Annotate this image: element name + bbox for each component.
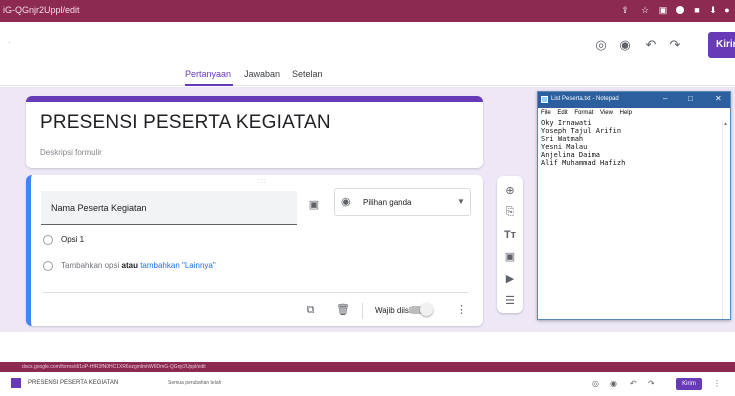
notepad-menubar: File Edit Format View Help <box>538 108 730 118</box>
add-question-icon[interactable]: ⊕ <box>503 184 517 198</box>
send-button[interactable]: Kirim <box>708 32 735 58</box>
more-menu-icon[interactable]: ⋮ <box>713 379 721 388</box>
notepad-line: Oky Irnawati <box>541 119 592 127</box>
account-icon[interactable]: ● <box>722 5 732 15</box>
delete-icon[interactable]: 🗑 <box>336 304 350 317</box>
drag-handle[interactable]: ::: <box>258 178 267 185</box>
palette-icon[interactable]: ◎ <box>592 379 599 388</box>
option-row[interactable]: Opsi 1 <box>43 235 84 245</box>
spacer <box>0 332 735 362</box>
menu-view[interactable]: View <box>600 110 613 116</box>
question-card[interactable]: ::: Nama Peserta Kegiatan ▣ ◉ Pilihan ga… <box>26 175 483 326</box>
form-title[interactable]: PRESENSI PESERTA KEGIATAN <box>40 112 331 134</box>
form-description[interactable]: Deskripsi formulir <box>40 148 102 157</box>
menu-file[interactable]: File <box>541 110 551 116</box>
more-options-icon[interactable]: ⋮ <box>456 303 467 316</box>
notepad-line: Anjelina Daima <box>541 151 601 159</box>
add-other-link[interactable]: tambahkan "Lainnya" <box>140 261 216 270</box>
question-type-label: Pilihan ganda <box>363 198 412 207</box>
download-icon[interactable]: ⬇ <box>708 5 718 15</box>
question-type-select[interactable]: ◉ Pilihan ganda ▼ <box>334 188 471 216</box>
title-icon[interactable]: Tт <box>503 228 517 242</box>
required-toggle[interactable] <box>409 303 433 316</box>
undo-icon[interactable]: ↶ <box>630 379 637 388</box>
option-label[interactable]: Opsi 1 <box>61 235 84 244</box>
share-icon[interactable]: ⇪ <box>620 5 630 15</box>
tab-settings[interactable]: Setelan <box>292 69 323 79</box>
forms-header-2: PRESENSI PESERTA KEGIATAN Semua perubaha… <box>0 372 735 396</box>
doc-title-2[interactable]: PRESENSI PESERTA KEGIATAN <box>28 380 118 386</box>
browser-topbar: iG-QGnjr2Uppl/edit ⇪ ☆ ▣ ■ ⬇ ● <box>0 0 735 22</box>
image-icon[interactable]: ▣ <box>503 250 517 264</box>
tab-bar: Pertanyaan Jawaban Setelan <box>0 66 735 86</box>
or-text: atau <box>121 261 138 271</box>
radio-icon <box>43 261 53 271</box>
notepad-text-area[interactable]: Oky Irnawati Yoseph Tajul Arifin Sri Watma… <box>541 119 721 167</box>
tab-responses[interactable]: Jawaban <box>244 69 280 79</box>
browser-topbar-2: docs.google.com/forms/d/1oP-HfR3fN0HC1XR… <box>0 362 735 372</box>
menu-format[interactable]: Format <box>574 110 593 116</box>
forms-logo-icon <box>11 378 21 388</box>
active-tab-indicator <box>185 84 233 86</box>
required-label: Wajib diisi <box>375 306 411 315</box>
menu-edit[interactable]: Edit <box>557 110 567 116</box>
video-icon[interactable]: ▶ <box>503 272 517 286</box>
star-icon[interactable]: ☆ <box>640 5 650 15</box>
extension-icon[interactable]: ▣ <box>658 5 668 15</box>
address-bar[interactable]: iG-QGnjr2Uppl/edit <box>3 5 80 15</box>
notepad-line: Alif Muhammad Hafizh <box>541 159 626 167</box>
notepad-scrollbar[interactable]: ▲ <box>722 119 729 319</box>
maximize-icon[interactable]: □ <box>688 94 693 103</box>
redo-icon[interactable]: ↷ <box>667 37 683 53</box>
scroll-up-icon[interactable]: ▲ <box>723 121 728 127</box>
divider <box>43 292 468 293</box>
question-title-text: Nama Peserta Kegiatan <box>51 203 147 213</box>
close-icon[interactable]: ✕ <box>715 94 722 103</box>
duplicate-icon[interactable]: ⧉ <box>304 304 317 317</box>
notepad-line: Yesni Malau <box>541 143 588 151</box>
palette-icon[interactable]: ◎ <box>593 37 609 53</box>
notepad-icon <box>541 96 548 103</box>
menu-dot: · <box>8 38 11 47</box>
footer-separator <box>362 303 363 319</box>
radio-button-icon: ◉ <box>341 196 351 208</box>
notepad-title: List Peserta.txt - Notepad <box>551 96 619 102</box>
preview-icon[interactable]: ◉ <box>610 379 617 388</box>
add-image-icon[interactable]: ▣ <box>307 198 321 212</box>
import-questions-icon[interactable]: ⎘ <box>503 205 517 219</box>
add-option-row: Tambahkan opsi atau tambahkan "Lainnya" <box>43 261 216 271</box>
notepad-titlebar[interactable]: List Peserta.txt - Notepad – □ ✕ <box>538 92 730 108</box>
redo-icon[interactable]: ↷ <box>648 379 655 388</box>
address-bar-2[interactable]: docs.google.com/forms/d/1oP-HfR3fN0HC1XR… <box>22 364 206 370</box>
dropdown-caret-icon: ▼ <box>457 197 465 206</box>
notepad-line: Yoseph Tajul Arifin <box>541 127 622 135</box>
minimize-icon[interactable]: – <box>663 94 667 103</box>
floating-toolbar: ⊕ ⎘ Tт ▣ ▶ ☰ <box>497 176 523 313</box>
send-button-2[interactable]: Kirim <box>676 378 702 390</box>
save-status: Semua perubahan telah <box>168 380 222 386</box>
form-title-card[interactable]: PRESENSI PESERTA KEGIATAN Deskripsi form… <box>26 96 483 168</box>
record-icon[interactable] <box>676 6 684 14</box>
notepad-window[interactable]: List Peserta.txt - Notepad – □ ✕ File Ed… <box>537 91 731 320</box>
forms-header: ◎ ◉ ↶ ↷ Kirim <box>0 22 735 66</box>
radio-icon <box>43 235 53 245</box>
menu-help[interactable]: Help <box>620 110 632 116</box>
notepad-line: Sri Watmah <box>541 135 584 143</box>
question-title-input[interactable]: Nama Peserta Kegiatan <box>41 191 297 225</box>
undo-icon[interactable]: ↶ <box>643 37 659 53</box>
extension-icon[interactable]: ■ <box>692 5 702 15</box>
add-option-link[interactable]: Tambahkan opsi <box>61 261 119 270</box>
tab-questions[interactable]: Pertanyaan <box>185 69 231 79</box>
preview-icon[interactable]: ◉ <box>617 37 633 53</box>
section-icon[interactable]: ☰ <box>503 294 517 308</box>
toggle-knob <box>420 303 433 316</box>
